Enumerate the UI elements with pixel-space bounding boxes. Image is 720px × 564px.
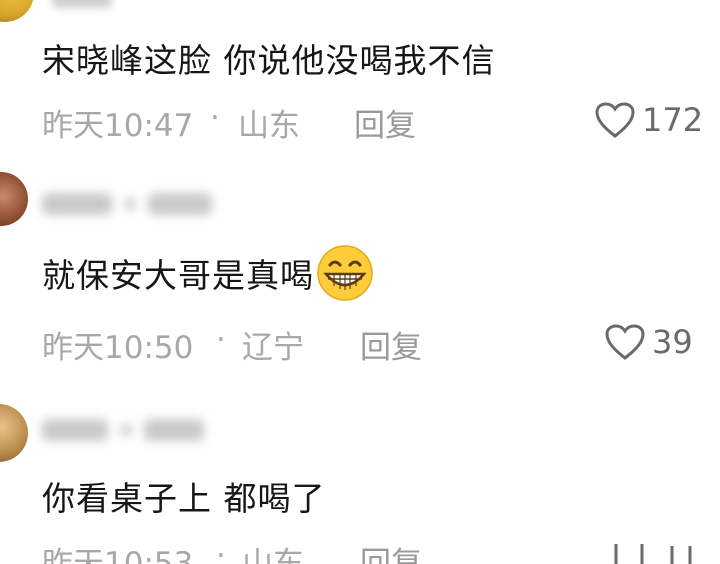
meta-separator: ·: [210, 100, 220, 136]
avatar[interactable]: [0, 0, 34, 22]
comment-time: 昨天10:47: [42, 108, 194, 144]
avatar[interactable]: [0, 172, 28, 226]
comment-location: 山东: [242, 546, 304, 564]
heart-outline-icon[interactable]: [608, 530, 698, 564]
like-count: 39: [652, 323, 693, 361]
meta-separator: ·: [216, 538, 226, 564]
comment-text: 你看桌子上 都喝了: [42, 479, 326, 518]
heart-outline-icon: [594, 101, 636, 139]
blurred-username: [52, 0, 112, 8]
grinning-face-emoji: [316, 244, 374, 302]
comment-time: 昨天10:50: [42, 330, 194, 366]
avatar[interactable]: [0, 404, 28, 462]
comment-location: 辽宁: [242, 330, 304, 366]
reply-button[interactable]: 回复: [360, 322, 422, 367]
comment-text: 就保安大哥是真喝: [42, 244, 374, 302]
comment-time: 昨天10:53: [42, 546, 194, 564]
comment-body: 就保安大哥是真喝: [42, 256, 314, 295]
blurred-username: [42, 416, 204, 444]
comment-list: 宋晓峰这脸 你说他没喝我不信 昨天10:47 · 山东 回复 172 就保安大哥…: [0, 0, 720, 564]
like-button[interactable]: 172: [594, 100, 703, 140]
blurred-username: [42, 190, 212, 218]
comment-meta: 昨天10:53 · 山东 回复: [42, 538, 702, 564]
reply-button[interactable]: 回复: [354, 100, 416, 145]
comment-location: 山东: [238, 108, 300, 144]
reply-button[interactable]: 回复: [360, 538, 422, 564]
comment-meta: 昨天10:50 · 辽宁 回复: [42, 322, 702, 366]
like-count: 172: [642, 101, 704, 139]
like-button[interactable]: 39: [604, 322, 693, 362]
meta-separator: ·: [216, 322, 226, 358]
comment-text: 宋晓峰这脸 你说他没喝我不信: [42, 41, 496, 80]
heart-outline-icon: [604, 323, 646, 361]
